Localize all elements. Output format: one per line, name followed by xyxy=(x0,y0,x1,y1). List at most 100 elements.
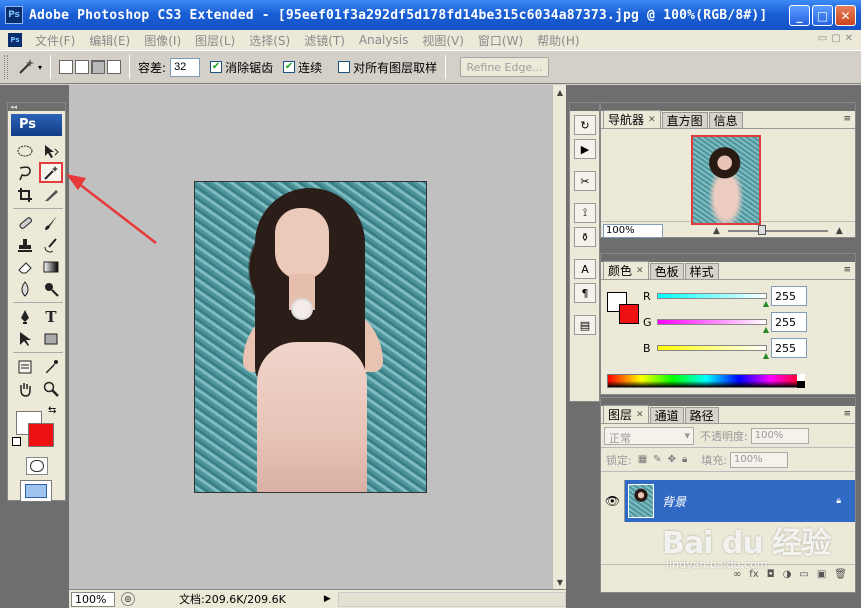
intersect-selection-button[interactable] xyxy=(107,60,122,74)
status-menu-icon[interactable]: ◎ xyxy=(121,592,135,606)
tolerance-input[interactable] xyxy=(170,57,201,77)
clone-source-icon[interactable]: ⚱ xyxy=(574,227,596,247)
refine-edge-button[interactable]: Refine Edge... xyxy=(460,57,550,77)
path-selection-tool-icon[interactable] xyxy=(13,328,37,349)
navigator-zoom-field[interactable]: 100% xyxy=(603,223,663,238)
new-selection-button[interactable] xyxy=(59,60,74,74)
menu-analysis[interactable]: Analysis xyxy=(352,33,415,47)
scroll-down-icon[interactable]: ▼ xyxy=(553,575,567,589)
zoom-tool-icon[interactable] xyxy=(39,378,63,399)
toolbox-collapse-icon[interactable]: ◂◂ xyxy=(8,103,65,111)
menu-select[interactable]: 选择(S) xyxy=(242,32,297,49)
subtract-from-selection-button[interactable] xyxy=(91,60,106,74)
red-channel-input[interactable]: 255 xyxy=(771,286,807,306)
panel-menu-icon[interactable]: ≡ xyxy=(843,114,851,124)
link-layers-icon[interactable]: ∞ xyxy=(733,569,741,580)
menu-edit[interactable]: 编辑(E) xyxy=(82,32,137,49)
history-panel-icon[interactable]: ↻ xyxy=(574,115,596,135)
blur-tool-icon[interactable] xyxy=(13,278,37,299)
close-button[interactable]: ✕ xyxy=(835,5,856,26)
gradient-tool-icon[interactable] xyxy=(39,256,63,277)
brush-tool-icon[interactable] xyxy=(39,212,63,233)
hand-tool-icon[interactable] xyxy=(13,378,37,399)
vertical-scrollbar[interactable]: ▲ ▼ xyxy=(552,85,566,589)
move-tool-icon[interactable] xyxy=(39,140,63,161)
paragraph-panel-icon[interactable]: ¶ xyxy=(574,283,596,303)
pen-tool-icon[interactable] xyxy=(13,306,37,327)
close-icon[interactable]: ✕ xyxy=(636,410,644,420)
character-panel-icon[interactable]: A xyxy=(574,259,596,279)
zoom-in-icon[interactable]: ▲ xyxy=(836,226,843,236)
red-channel-slider[interactable]: ▲ xyxy=(657,293,769,308)
new-layer-icon[interactable]: ▣ xyxy=(817,569,826,580)
menu-help[interactable]: 帮助(H) xyxy=(530,32,586,49)
slider-knob[interactable]: ▲ xyxy=(763,299,769,308)
panel-menu-icon[interactable]: ≡ xyxy=(843,409,851,419)
background-color-swatch[interactable] xyxy=(28,423,54,447)
layer-comps-icon[interactable]: ▤ xyxy=(574,315,596,335)
color-spectrum-ramp[interactable] xyxy=(607,374,805,388)
slice-tool-icon[interactable] xyxy=(39,184,63,205)
dock-collapse-icon[interactable] xyxy=(570,103,599,111)
close-icon[interactable]: ✕ xyxy=(648,115,656,125)
document-image[interactable] xyxy=(194,181,427,493)
tab-info[interactable]: 信息 xyxy=(708,112,743,128)
swap-colors-icon[interactable]: ⇆ xyxy=(48,405,56,416)
panel-menu-icon[interactable]: ≡ xyxy=(843,265,851,275)
layer-row[interactable]: 👁︎ 背景 🔒︎ xyxy=(601,480,855,522)
slider-knob[interactable]: ▲ xyxy=(763,351,769,360)
slider-knob[interactable]: ▲ xyxy=(763,325,769,334)
status-arrow-icon[interactable]: ▶ xyxy=(324,594,334,604)
opacity-input[interactable]: 100% xyxy=(750,427,809,444)
tool-preset-picker[interactable]: ▾ xyxy=(16,57,42,77)
sample-all-layers-checkbox[interactable]: 对所有图层取样 xyxy=(338,59,437,76)
actions-panel-icon[interactable]: ▶ xyxy=(574,139,596,159)
green-channel-input[interactable]: 255 xyxy=(771,312,807,332)
zoom-out-icon[interactable]: ▲ xyxy=(713,226,720,236)
lock-transparency-icon[interactable]: ▦ xyxy=(638,454,647,465)
tool-presets-icon[interactable]: ✂ xyxy=(574,171,596,191)
black-white-ramp[interactable] xyxy=(797,374,805,388)
new-group-icon[interactable]: ▭ xyxy=(799,569,808,580)
app-menu-icon[interactable]: Ps xyxy=(8,33,22,47)
green-channel-slider[interactable]: ▲ xyxy=(657,319,769,334)
close-icon[interactable]: ✕ xyxy=(636,266,644,276)
maximize-button[interactable]: □ xyxy=(812,5,833,26)
document-canvas-area[interactable] xyxy=(69,85,552,589)
magic-wand-tool-icon[interactable] xyxy=(39,162,63,183)
doc-minimize-button[interactable]: ▭ xyxy=(818,33,827,44)
doc-restore-button[interactable]: ▢ xyxy=(831,33,840,44)
menu-filter[interactable]: 滤镜(T) xyxy=(297,32,352,49)
tab-color[interactable]: 颜色 ✕ xyxy=(603,261,649,279)
doc-close-button[interactable]: ✕ xyxy=(845,33,853,44)
adjustment-layer-icon[interactable]: ◑ xyxy=(783,569,792,580)
dodge-tool-icon[interactable] xyxy=(39,278,63,299)
quick-mask-button[interactable] xyxy=(26,457,48,475)
menu-view[interactable]: 视图(V) xyxy=(415,32,471,49)
menu-layer[interactable]: 图层(L) xyxy=(188,32,242,49)
lasso-tool-icon[interactable] xyxy=(13,162,37,183)
menu-image[interactable]: 图像(I) xyxy=(137,32,188,49)
tab-channels[interactable]: 通道 xyxy=(649,407,684,423)
lock-image-icon[interactable]: ✎ xyxy=(653,454,661,465)
tab-histogram[interactable]: 直方图 xyxy=(661,112,708,128)
clone-stamp-tool-icon[interactable] xyxy=(13,234,37,255)
screen-mode-button[interactable] xyxy=(20,480,52,502)
type-tool-icon[interactable]: T xyxy=(39,306,63,327)
lock-all-icon[interactable]: 🔒︎ xyxy=(682,454,687,465)
history-brush-tool-icon[interactable] xyxy=(39,234,63,255)
rectangle-tool-icon[interactable] xyxy=(39,328,63,349)
tab-navigator[interactable]: 导航器 ✕ xyxy=(603,110,661,128)
navigator-preview[interactable] xyxy=(601,129,855,225)
layer-style-icon[interactable]: fx xyxy=(749,569,758,580)
scroll-up-icon[interactable]: ▲ xyxy=(553,85,567,99)
lock-position-icon[interactable]: ✥ xyxy=(668,454,676,465)
photoshop-badge[interactable]: Ps xyxy=(11,114,62,136)
layer-name[interactable]: 背景 xyxy=(662,493,686,510)
add-to-selection-button[interactable] xyxy=(75,60,90,74)
contiguous-checkbox[interactable]: ✔ 连续 xyxy=(283,59,322,76)
eyedropper-tool-icon[interactable] xyxy=(39,356,63,377)
navigator-thumbnail[interactable] xyxy=(691,135,761,225)
zoom-level-field[interactable]: 100% xyxy=(71,591,115,607)
slider-knob[interactable] xyxy=(757,224,766,235)
